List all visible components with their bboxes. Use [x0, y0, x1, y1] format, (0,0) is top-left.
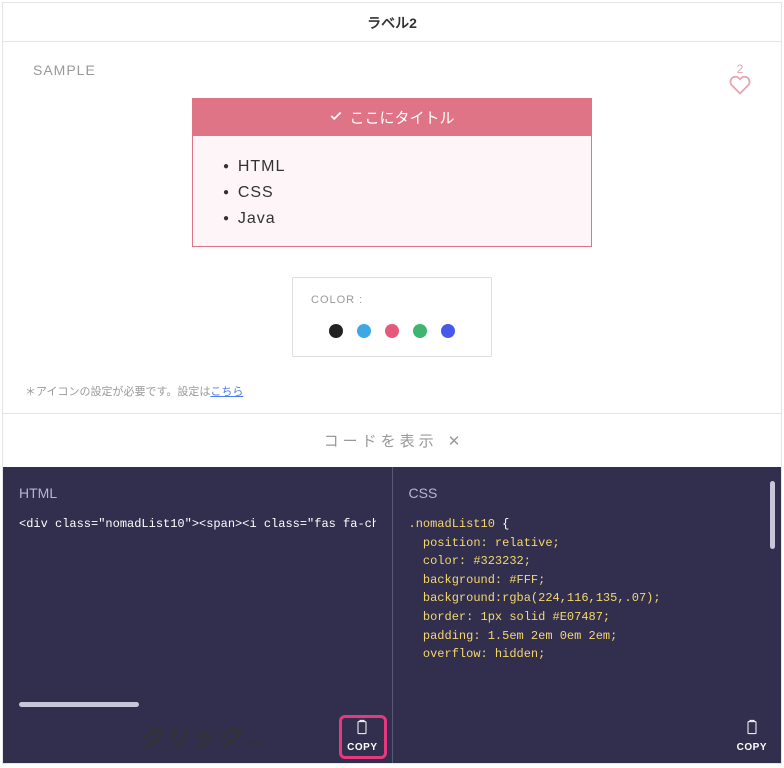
like-button[interactable]: 2: [729, 62, 751, 101]
code-toggle-label: コードを表示: [324, 433, 438, 450]
check-icon: [329, 109, 343, 127]
copy-label: COPY: [347, 742, 377, 753]
css-code[interactable]: .nomadList10 { position: relative; color…: [409, 515, 766, 664]
demo-title: ここにタイトル: [193, 99, 591, 136]
tab-label2[interactable]: ラベル2: [3, 3, 781, 42]
color-panel: COLOR :: [292, 277, 492, 357]
vertical-scrollbar[interactable]: [770, 481, 775, 549]
horizontal-scrollbar[interactable]: [19, 702, 139, 707]
close-icon: ✕: [448, 433, 461, 450]
color-swatch-black[interactable]: [329, 324, 343, 338]
list-item: CSS: [223, 180, 561, 206]
clipboard-icon: [354, 718, 370, 736]
html-lang-label: HTML: [19, 485, 376, 501]
demo-title-text: ここにタイトル: [349, 107, 454, 128]
list-item: HTML: [223, 154, 561, 180]
sample-label: SAMPLE: [33, 62, 751, 78]
copy-html-button[interactable]: COPY: [347, 718, 377, 753]
color-swatch-blue[interactable]: [357, 324, 371, 338]
footnote-link[interactable]: こちら: [210, 386, 243, 398]
color-swatch-pink[interactable]: [385, 324, 399, 338]
code-toggle[interactable]: コードを表示 ✕: [3, 413, 781, 467]
footnote-text: ＊アイコンの設定が必要です。設定は: [25, 386, 210, 398]
sample-section: SAMPLE 2 ここにタイトル HTML CSS Java COLOR :: [3, 42, 781, 383]
list-item: Java: [223, 206, 561, 232]
color-swatches: [311, 324, 473, 338]
html-panel: HTML <div class="nomadList10"><span><i c…: [3, 467, 393, 763]
color-swatch-indigo[interactable]: [441, 324, 455, 338]
color-swatch-green[interactable]: [413, 324, 427, 338]
code-area: HTML <div class="nomadList10"><span><i c…: [3, 467, 781, 763]
demo-list: HTML CSS Java: [193, 136, 591, 246]
footnote: ＊アイコンの設定が必要です。設定はこちら: [3, 383, 781, 413]
html-code[interactable]: <div class="nomadList10"><span><i class=…: [19, 515, 376, 534]
clipboard-icon: [744, 718, 760, 736]
copy-css-button[interactable]: COPY: [737, 718, 767, 753]
css-lang-label: CSS: [409, 485, 766, 501]
copy-label: COPY: [737, 742, 767, 753]
heart-icon: [729, 83, 751, 100]
css-panel: CSS .nomadList10 { position: relative; c…: [393, 467, 782, 763]
demo-box: ここにタイトル HTML CSS Java: [192, 98, 592, 247]
color-label: COLOR :: [311, 294, 473, 306]
